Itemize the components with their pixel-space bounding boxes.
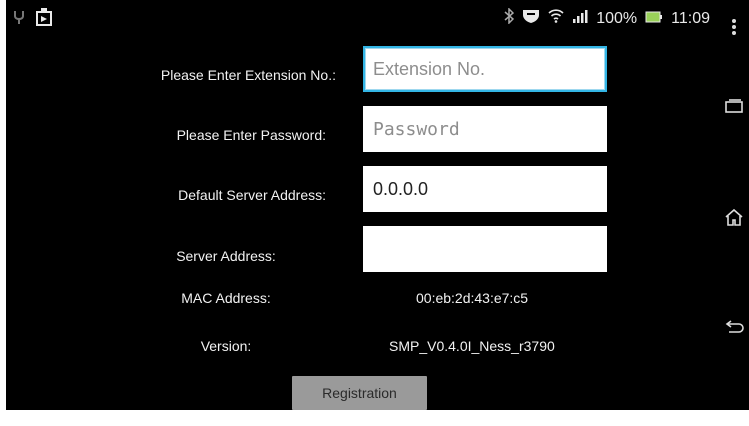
back-icon[interactable] [718, 320, 749, 343]
default-server-label: Default Server Address: [178, 187, 326, 203]
extension-field[interactable] [363, 46, 607, 92]
default-server-input[interactable] [365, 168, 605, 210]
server-label: Server Address: [176, 248, 276, 264]
extension-label: Please Enter Extension No.: [160, 67, 336, 83]
version-label: Version: [200, 338, 252, 354]
app-window: 100% 11:09 Please Enter Extension No.: P… [6, 0, 718, 410]
registration-button[interactable]: Registration [292, 376, 427, 410]
server-field[interactable] [363, 226, 607, 272]
default-server-field[interactable] [363, 166, 607, 212]
clock: 11:09 [671, 9, 710, 27]
recent-apps-icon[interactable] [718, 98, 749, 119]
version-value: SMP_V0.4.0I_Ness_r3790 [389, 338, 555, 354]
wifi-icon [548, 9, 564, 28]
bottom-strip [0, 410, 749, 426]
picture-icon [36, 8, 52, 31]
status-bar: 100% 11:09 [6, 0, 718, 36]
nav-bar [718, 0, 749, 410]
mac-value: 00:eb:2d:43:e7:c5 [416, 290, 529, 306]
password-label: Please Enter Password: [176, 127, 326, 143]
server-input[interactable] [365, 228, 605, 270]
home-icon[interactable] [718, 208, 749, 231]
battery-icon [645, 10, 663, 28]
password-field[interactable] [363, 106, 607, 152]
status-right-icons: 100% 11:09 [504, 7, 710, 29]
shield-icon [522, 8, 540, 29]
overflow-menu-icon[interactable] [718, 18, 749, 36]
signal-icon [572, 9, 588, 28]
battery-percent: 100% [596, 9, 638, 27]
status-left-icons [12, 8, 52, 31]
screen: 100% 11:09 Please Enter Extension No.: P… [0, 0, 749, 426]
bluetooth-icon [504, 7, 515, 29]
usb-icon [12, 9, 26, 30]
mac-label: MAC Address: [181, 290, 271, 306]
extension-input[interactable] [365, 48, 605, 90]
password-input[interactable] [365, 108, 605, 150]
